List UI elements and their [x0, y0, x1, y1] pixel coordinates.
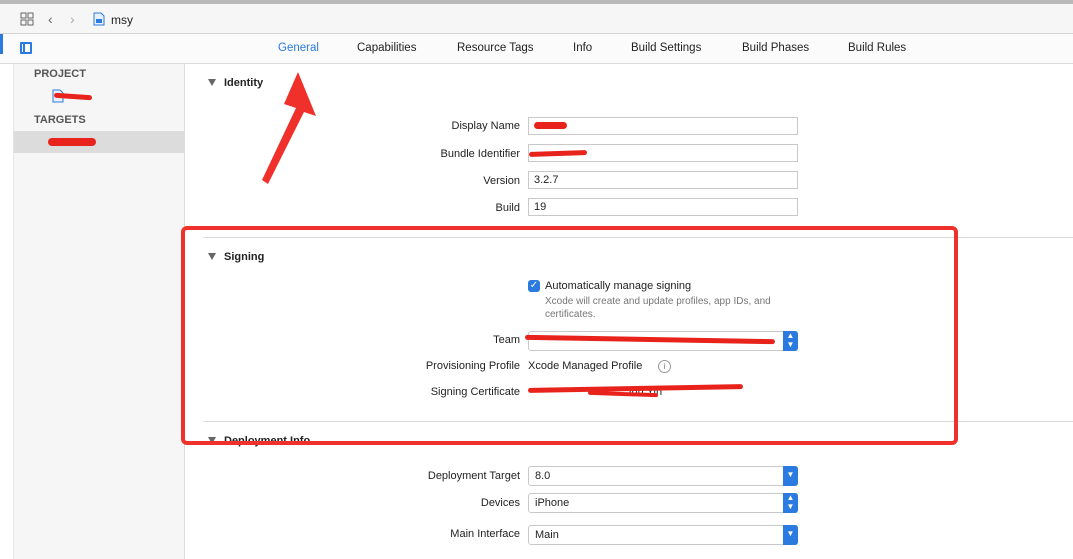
- window-left-accent: [0, 34, 3, 54]
- version-label: Version: [483, 175, 520, 187]
- tab-resource-tags[interactable]: Resource Tags: [457, 42, 534, 54]
- bundle-identifier-field[interactable]: [528, 144, 798, 162]
- tab-build-settings[interactable]: Build Settings: [631, 42, 701, 54]
- build-field[interactable]: 19: [528, 198, 798, 216]
- sidebar-item-target[interactable]: [14, 131, 184, 153]
- redacted-bundle-identifier: [528, 149, 588, 158]
- breadcrumb[interactable]: msy: [111, 13, 133, 27]
- deployment-target-combo[interactable]: 8.0 ▼: [528, 466, 798, 486]
- chevron-down-icon[interactable]: ▼: [783, 466, 798, 486]
- main-interface-combo[interactable]: Main ▼: [528, 525, 798, 545]
- display-name-field[interactable]: [528, 117, 798, 135]
- chevron-left-icon[interactable]: ‹: [48, 10, 53, 28]
- annotation-arrow-icon: [262, 72, 316, 184]
- editor-tab-bar: General Capabilities Resource Tags Info …: [0, 34, 1073, 64]
- devices-popup[interactable]: iPhone ▲ ▼: [528, 493, 798, 513]
- redacted-display-name: [534, 122, 567, 129]
- tab-build-rules[interactable]: Build Rules: [848, 42, 906, 54]
- jump-bar: ‹ › msy: [0, 4, 1073, 34]
- left-gutter: [0, 64, 14, 559]
- display-name-label: Display Name: [451, 120, 520, 132]
- build-label: Build: [495, 202, 520, 214]
- tab-build-phases[interactable]: Build Phases: [742, 42, 809, 54]
- disclosure-triangle-identity[interactable]: [208, 79, 216, 86]
- chevron-right-icon[interactable]: ›: [70, 10, 75, 28]
- targets-header: TARGETS: [34, 114, 86, 126]
- grid-icon[interactable]: [20, 12, 34, 26]
- devices-label: Devices: [480, 497, 520, 509]
- project-target-sidebar: PROJECT TARGETS: [14, 64, 185, 559]
- devices-value: iPhone: [535, 497, 570, 509]
- chevron-down-icon[interactable]: ▼: [783, 525, 798, 545]
- deployment-target-value: 8.0: [535, 470, 551, 482]
- version-field[interactable]: 3.2.7: [528, 171, 798, 189]
- tab-info[interactable]: Info: [573, 42, 592, 54]
- tab-general[interactable]: General: [278, 42, 319, 54]
- redacted-target-name: [48, 138, 96, 146]
- deployment-target-label: Deployment Target: [427, 470, 520, 482]
- tab-capabilities[interactable]: Capabilities: [357, 42, 416, 54]
- main-interface-value: Main: [535, 529, 559, 541]
- devices-stepper-icon[interactable]: ▲ ▼: [783, 493, 798, 513]
- bundle-identifier-label: Bundle Identifier: [440, 148, 521, 160]
- project-header: PROJECT: [34, 68, 86, 80]
- annotation-highlight-box: [181, 226, 958, 445]
- main-interface-label: Main Interface: [450, 528, 520, 540]
- sidebar-item-project[interactable]: [14, 86, 184, 108]
- file-icon: [93, 12, 105, 26]
- sidebar-toggle-icon[interactable]: [20, 42, 32, 54]
